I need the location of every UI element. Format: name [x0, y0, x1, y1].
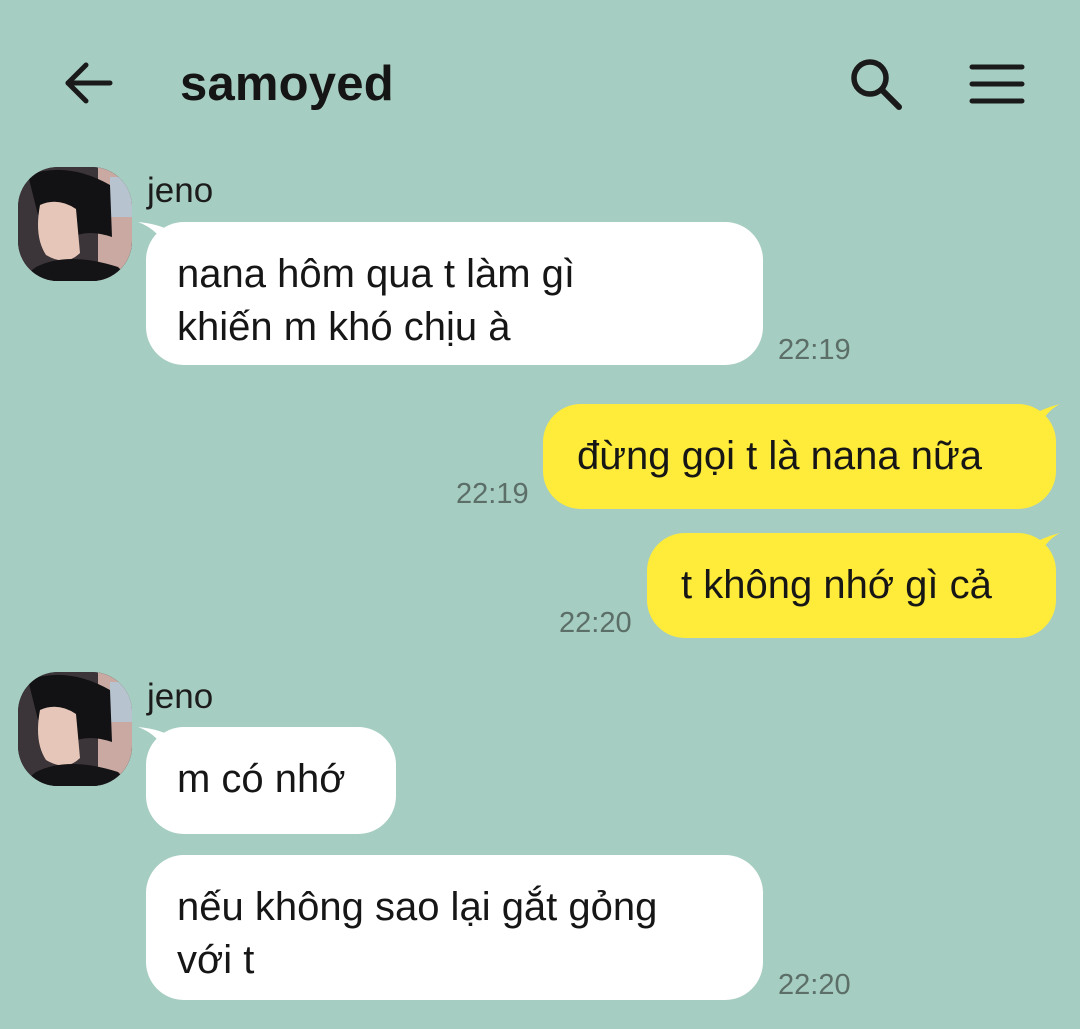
message-timestamp: 22:20 — [778, 969, 851, 1001]
incoming-message-bubble[interactable]: m có nhớ — [146, 727, 396, 834]
avatar[interactable] — [18, 167, 132, 281]
avatar[interactable] — [18, 672, 132, 786]
search-icon — [851, 59, 902, 110]
incoming-message-bubble[interactable]: nếu không sao lại gắt gỏng với t — [146, 855, 763, 1000]
sender-name: jeno — [147, 677, 214, 716]
profile-photo — [18, 672, 132, 786]
hamburger-menu-icon — [969, 64, 1025, 104]
outgoing-message-bubble[interactable]: đừng gọi t là nana nữa — [543, 404, 1056, 509]
message-timestamp: 22:20 — [559, 607, 632, 639]
chat-title: samoyed — [180, 57, 394, 111]
bubble-tail — [1030, 533, 1060, 563]
incoming-message-bubble[interactable]: nana hôm qua t làm gì khiến m khó chịu à — [146, 222, 763, 365]
sender-name: jeno — [147, 171, 214, 210]
profile-photo — [18, 167, 132, 281]
menu-button[interactable] — [960, 52, 1034, 116]
back-button[interactable] — [50, 48, 126, 118]
message-timestamp: 22:19 — [456, 478, 529, 510]
arrow-left-icon — [65, 62, 113, 104]
bubble-tail — [1030, 404, 1060, 434]
outgoing-message-bubble[interactable]: t không nhớ gì cả — [647, 533, 1056, 638]
search-button[interactable] — [840, 50, 912, 118]
message-timestamp: 22:19 — [778, 334, 851, 366]
